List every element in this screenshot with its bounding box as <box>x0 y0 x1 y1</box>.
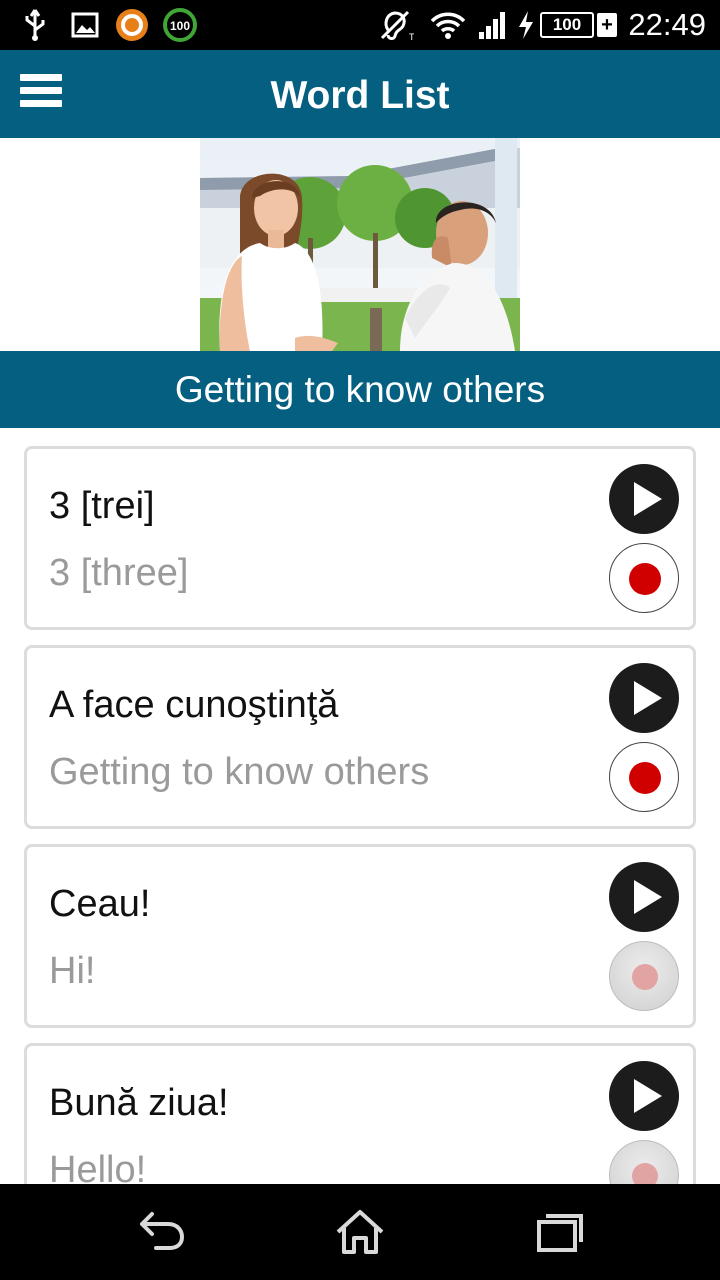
svg-text:T: T <box>409 32 414 42</box>
back-icon[interactable] <box>130 1204 190 1260</box>
word-translation: 3 [three] <box>49 552 189 594</box>
play-button[interactable] <box>609 663 679 733</box>
battery-icon: 100 <box>540 12 594 38</box>
word-native: A face cunoştinţă <box>49 684 339 726</box>
recent-apps-icon[interactable] <box>530 1204 590 1260</box>
word-list[interactable]: 3 [trei] 3 [three] A face cunoştinţă Get… <box>0 428 720 1184</box>
record-button[interactable] <box>609 742 679 812</box>
list-item: Bună ziua! Hello! <box>24 1043 696 1184</box>
navigation-bar <box>0 1184 720 1280</box>
progress-100-icon: 100 <box>160 0 200 50</box>
category-photo <box>200 138 520 351</box>
record-icon <box>632 964 658 990</box>
word-native: Bună ziua! <box>49 1082 229 1124</box>
signal-icon <box>476 0 510 50</box>
status-bar: 100 T 100 + 22:49 <box>0 0 720 50</box>
play-icon <box>634 880 662 914</box>
battery-plus-icon: + <box>597 13 617 37</box>
list-item: Ceau! Hi! <box>24 844 696 1028</box>
wifi-icon <box>428 0 468 50</box>
svg-text:100: 100 <box>170 19 190 33</box>
record-button[interactable] <box>609 1140 679 1184</box>
hearing-aid-icon: T <box>376 0 416 50</box>
image-icon <box>70 0 100 50</box>
play-icon <box>634 1079 662 1113</box>
app-header: Word List <box>0 50 720 138</box>
play-button[interactable] <box>609 1061 679 1131</box>
word-native: 3 [trei] <box>49 485 155 527</box>
record-icon <box>629 563 661 595</box>
usb-icon <box>20 0 50 50</box>
home-icon[interactable] <box>330 1204 390 1260</box>
charging-icon <box>514 0 538 50</box>
page-title: Word List <box>270 74 450 117</box>
play-icon <box>634 681 662 715</box>
app-a-icon <box>114 0 150 50</box>
record-icon <box>629 762 661 794</box>
word-translation: Getting to know others <box>49 751 430 793</box>
status-time: 22:49 <box>628 7 706 42</box>
word-translation: Hello! <box>49 1149 147 1184</box>
record-icon <box>632 1163 658 1184</box>
play-button[interactable] <box>609 464 679 534</box>
list-item: A face cunoştinţă Getting to know others <box>24 645 696 829</box>
word-translation: Hi! <box>49 950 96 992</box>
record-button[interactable] <box>609 941 679 1011</box>
word-native: Ceau! <box>49 883 151 925</box>
list-item: 3 [trei] 3 [three] <box>24 446 696 630</box>
play-icon <box>634 482 662 516</box>
play-button[interactable] <box>609 862 679 932</box>
hero-section <box>0 138 720 351</box>
record-button[interactable] <box>609 543 679 613</box>
category-title: Getting to know others <box>0 351 720 428</box>
